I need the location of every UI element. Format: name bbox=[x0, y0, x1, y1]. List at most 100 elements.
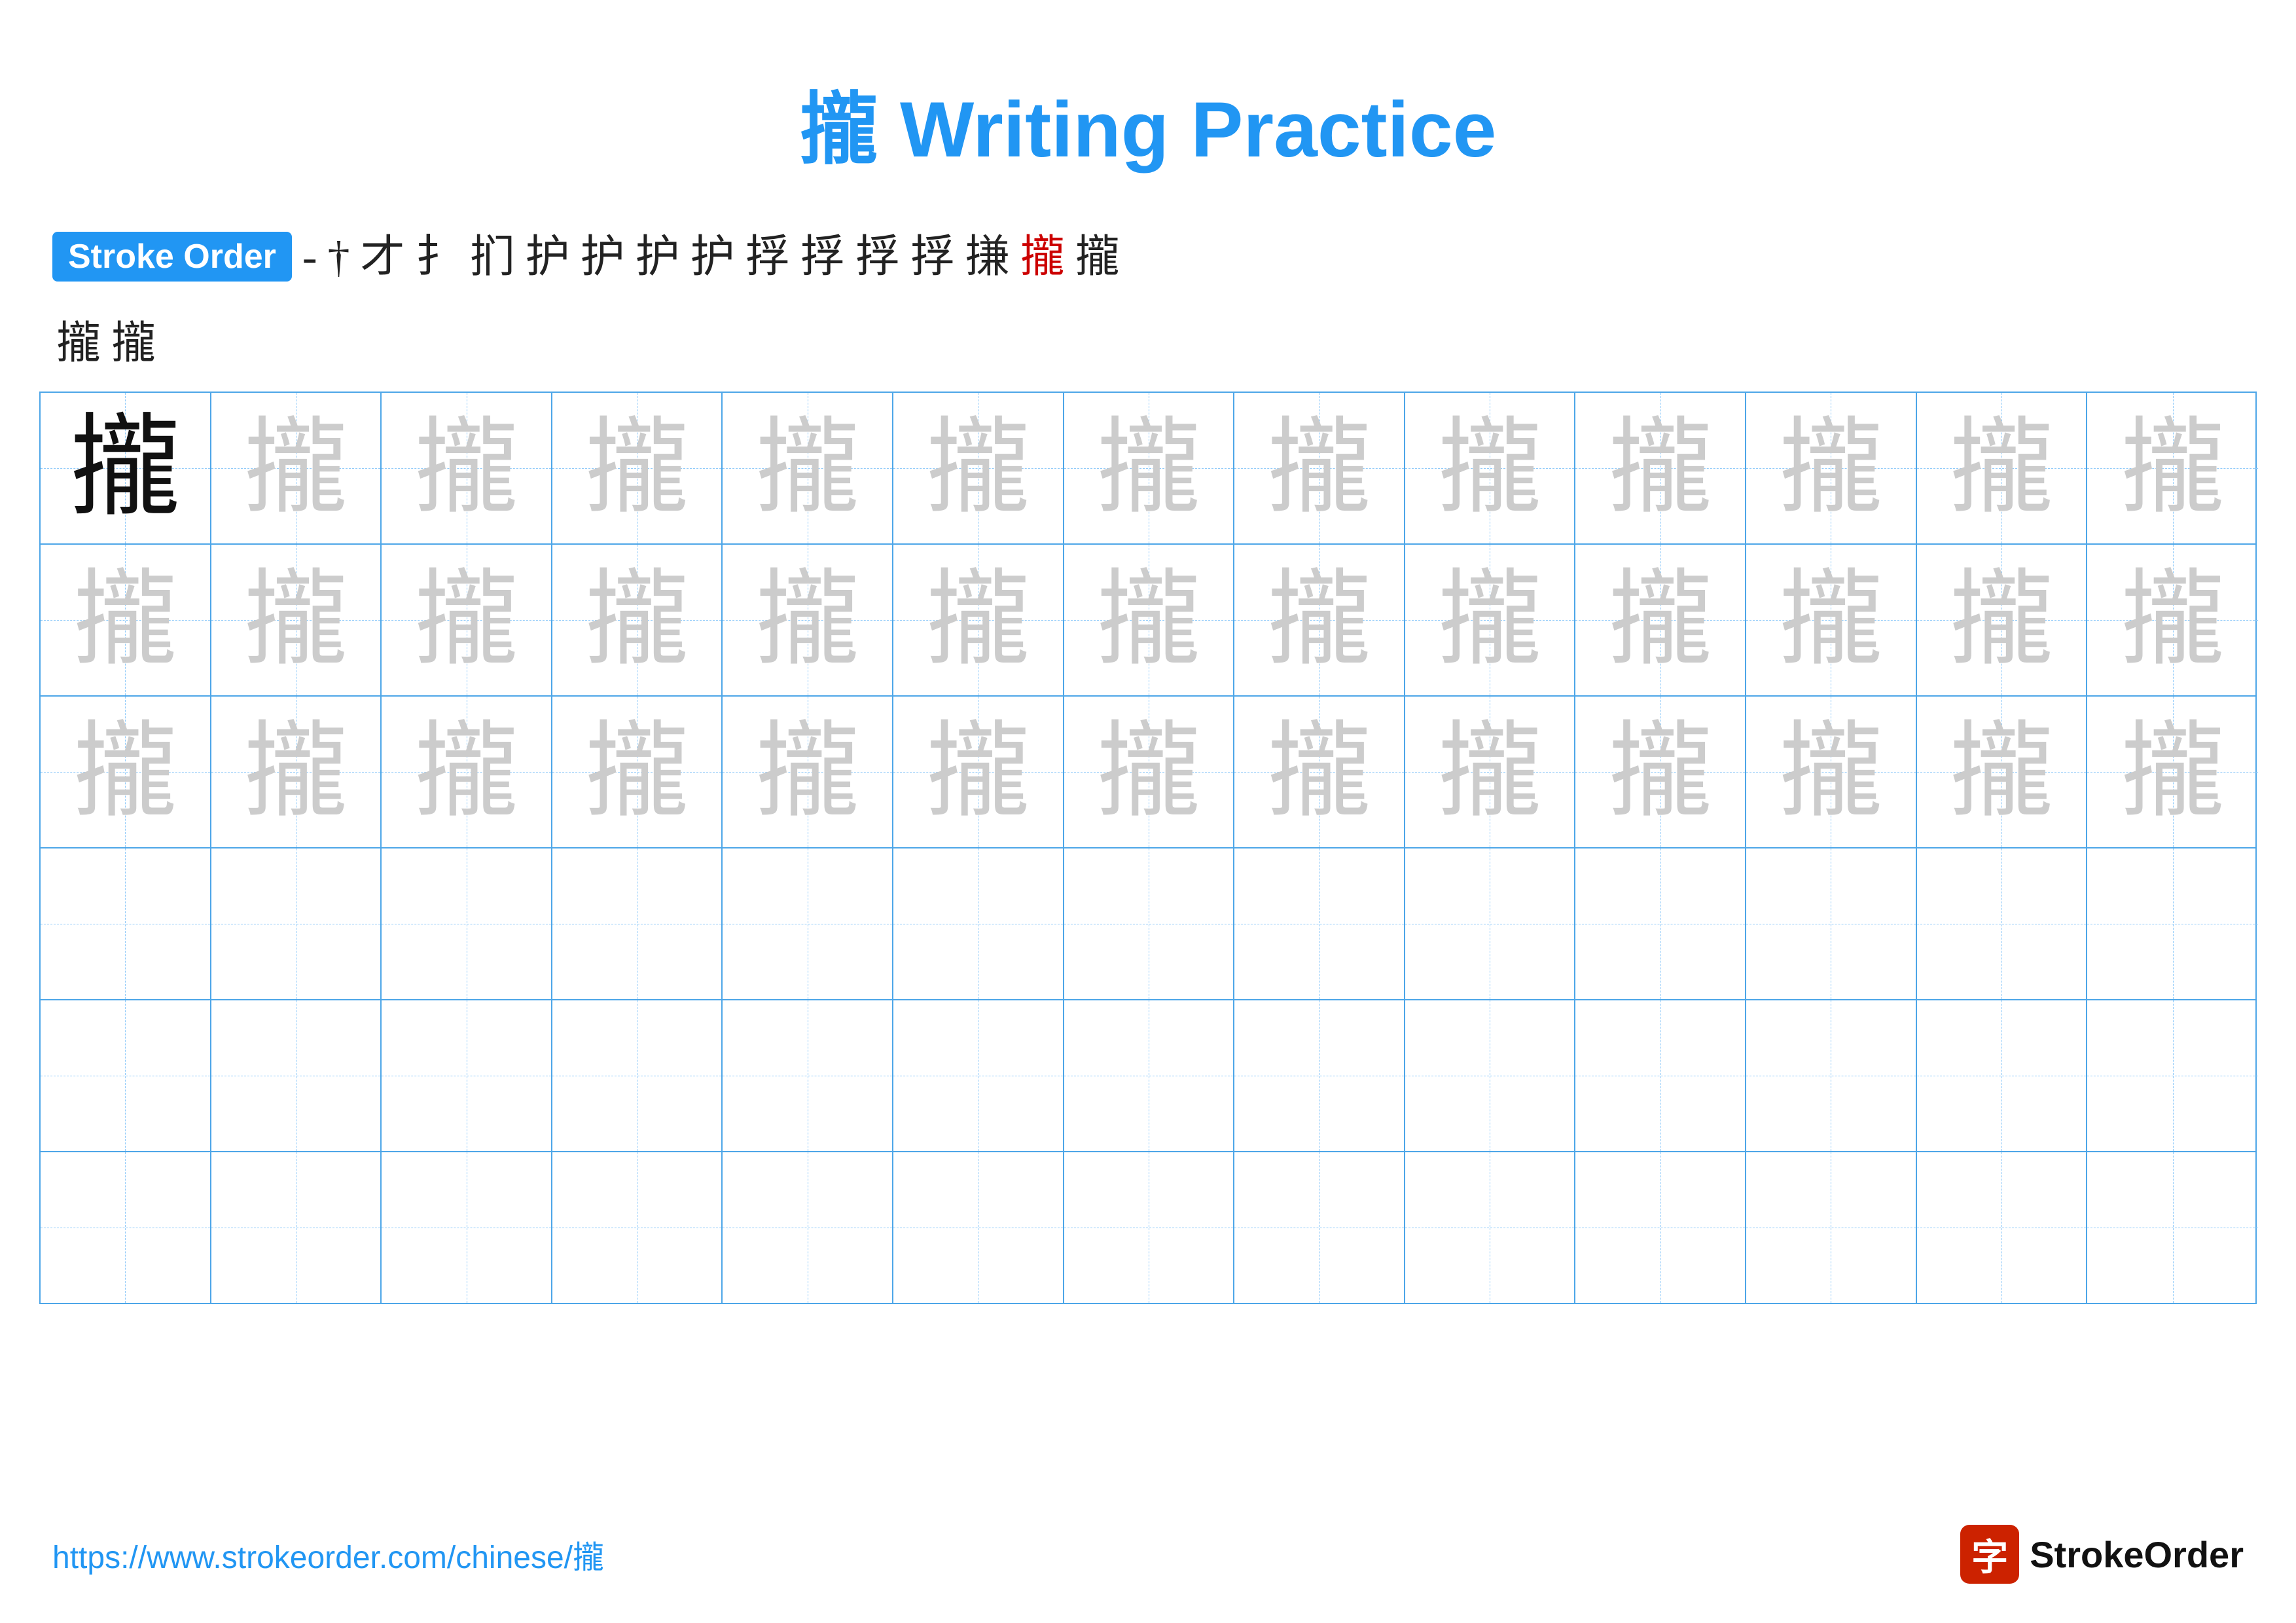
grid-char-faded: 攏 bbox=[1608, 416, 1713, 520]
practice-grid: 攏 攏 攏 攏 攏 攏 攏 攏 攏 攏 攏 攏 bbox=[39, 392, 2257, 1304]
grid-cell-2-10: 攏 bbox=[1575, 545, 1746, 695]
stroke-1: - bbox=[298, 234, 321, 279]
grid-cell-3-3: 攏 bbox=[382, 697, 552, 847]
grid-cell-3-10: 攏 bbox=[1575, 697, 1746, 847]
stroke-order-section: Stroke Order - † 才 扌 扪 护 护 护 护 捊 捊 捊 捊 搛… bbox=[0, 219, 2296, 295]
title-char: 攏 bbox=[800, 86, 878, 173]
stroke-sequence-row2: 攏 攏 bbox=[0, 321, 2296, 378]
stroke-3: 才 bbox=[357, 234, 409, 279]
grid-cell-1-13: 攏 bbox=[2087, 393, 2258, 543]
grid-cell-4-12[interactable] bbox=[1917, 848, 2088, 999]
grid-row-5 bbox=[41, 1000, 2255, 1152]
grid-cell-5-5[interactable] bbox=[723, 1000, 893, 1151]
title-text: Writing Practice bbox=[878, 86, 1497, 173]
grid-cell-3-9: 攏 bbox=[1405, 697, 1576, 847]
grid-cell-5-4[interactable] bbox=[552, 1000, 723, 1151]
grid-cell-6-1[interactable] bbox=[41, 1152, 211, 1303]
grid-cell-4-11[interactable] bbox=[1746, 848, 1917, 999]
stroke-8: 护 bbox=[632, 234, 684, 279]
stroke-18: 攏 bbox=[107, 321, 160, 365]
grid-cell-6-12[interactable] bbox=[1917, 1152, 2088, 1303]
stroke-9: 护 bbox=[687, 234, 739, 279]
grid-cell-4-7[interactable] bbox=[1064, 848, 1235, 999]
grid-cell-2-4: 攏 bbox=[552, 545, 723, 695]
grid-cell-1-9: 攏 bbox=[1405, 393, 1576, 543]
grid-char-faded: 攏 bbox=[243, 416, 348, 520]
grid-cell-2-6: 攏 bbox=[893, 545, 1064, 695]
grid-cell-5-1[interactable] bbox=[41, 1000, 211, 1151]
grid-row-1: 攏 攏 攏 攏 攏 攏 攏 攏 攏 攏 攏 攏 bbox=[41, 393, 2255, 545]
grid-cell-6-8[interactable] bbox=[1234, 1152, 1405, 1303]
grid-cell-6-3[interactable] bbox=[382, 1152, 552, 1303]
grid-row-6 bbox=[41, 1152, 2255, 1303]
stroke-16: 攏 bbox=[1071, 234, 1124, 279]
grid-cell-6-4[interactable] bbox=[552, 1152, 723, 1303]
footer-logo-text: StrokeOrder bbox=[2030, 1533, 2244, 1576]
grid-cell-1-11: 攏 bbox=[1746, 393, 1917, 543]
grid-cell-4-3[interactable] bbox=[382, 848, 552, 999]
grid-cell-5-13[interactable] bbox=[2087, 1000, 2258, 1151]
grid-cell-5-7[interactable] bbox=[1064, 1000, 1235, 1151]
grid-cell-5-9[interactable] bbox=[1405, 1000, 1576, 1151]
grid-char-faded: 攏 bbox=[1949, 416, 2054, 520]
grid-cell-6-2[interactable] bbox=[211, 1152, 382, 1303]
grid-cell-2-13: 攏 bbox=[2087, 545, 2258, 695]
grid-cell-5-6[interactable] bbox=[893, 1000, 1064, 1151]
grid-cell-3-12: 攏 bbox=[1917, 697, 2088, 847]
stroke-13: 捊 bbox=[906, 234, 959, 279]
grid-cell-1-7: 攏 bbox=[1064, 393, 1235, 543]
grid-cell-5-2[interactable] bbox=[211, 1000, 382, 1151]
grid-cell-5-8[interactable] bbox=[1234, 1000, 1405, 1151]
stroke-7: 护 bbox=[577, 234, 629, 279]
grid-cell-3-5: 攏 bbox=[723, 697, 893, 847]
grid-cell-1-6: 攏 bbox=[893, 393, 1064, 543]
footer-link[interactable]: https://www.strokeorder.com/chinese/攏 bbox=[52, 1531, 604, 1577]
grid-char-faded: 攏 bbox=[1096, 416, 1201, 520]
grid-cell-1-4: 攏 bbox=[552, 393, 723, 543]
stroke-14: 搛 bbox=[961, 234, 1014, 279]
grid-cell-3-1: 攏 bbox=[41, 697, 211, 847]
grid-cell-2-2: 攏 bbox=[211, 545, 382, 695]
grid-cell-4-5[interactable] bbox=[723, 848, 893, 999]
grid-char-faded: 攏 bbox=[2121, 416, 2225, 520]
grid-cell-6-13[interactable] bbox=[2087, 1152, 2258, 1303]
grid-cell-3-8: 攏 bbox=[1234, 697, 1405, 847]
grid-cell-4-8[interactable] bbox=[1234, 848, 1405, 999]
grid-cell-6-5[interactable] bbox=[723, 1152, 893, 1303]
stroke-15: 攏 bbox=[1016, 234, 1069, 279]
grid-cell-2-12: 攏 bbox=[1917, 545, 2088, 695]
grid-cell-3-7: 攏 bbox=[1064, 697, 1235, 847]
grid-char-faded: 攏 bbox=[584, 416, 689, 520]
grid-cell-6-11[interactable] bbox=[1746, 1152, 1917, 1303]
grid-cell-4-1[interactable] bbox=[41, 848, 211, 999]
grid-cell-3-4: 攏 bbox=[552, 697, 723, 847]
grid-cell-4-10[interactable] bbox=[1575, 848, 1746, 999]
grid-cell-6-7[interactable] bbox=[1064, 1152, 1235, 1303]
grid-cell-1-8: 攏 bbox=[1234, 393, 1405, 543]
grid-row-3: 攏 攏 攏 攏 攏 攏 攏 攏 攏 攏 攏 攏 攏 bbox=[41, 697, 2255, 848]
grid-cell-6-6[interactable] bbox=[893, 1152, 1064, 1303]
grid-cell-5-12[interactable] bbox=[1917, 1000, 2088, 1151]
grid-cell-5-11[interactable] bbox=[1746, 1000, 1917, 1151]
grid-cell-1-10: 攏 bbox=[1575, 393, 1746, 543]
grid-cell-3-2: 攏 bbox=[211, 697, 382, 847]
grid-cell-5-3[interactable] bbox=[382, 1000, 552, 1151]
grid-cell-1-1: 攏 bbox=[41, 393, 211, 543]
grid-cell-4-6[interactable] bbox=[893, 848, 1064, 999]
grid-cell-2-7: 攏 bbox=[1064, 545, 1235, 695]
grid-cell-4-2[interactable] bbox=[211, 848, 382, 999]
grid-cell-4-13[interactable] bbox=[2087, 848, 2258, 999]
grid-cell-1-12: 攏 bbox=[1917, 393, 2088, 543]
grid-char-faded: 攏 bbox=[1267, 416, 1372, 520]
grid-cell-1-2: 攏 bbox=[211, 393, 382, 543]
grid-cell-6-10[interactable] bbox=[1575, 1152, 1746, 1303]
stroke-17: 攏 bbox=[52, 321, 105, 365]
footer: https://www.strokeorder.com/chinese/攏 字 … bbox=[52, 1525, 2244, 1584]
grid-char-faded: 攏 bbox=[414, 416, 519, 520]
stroke-sequence-row1: - † 才 扌 扪 护 护 护 护 捊 捊 捊 捊 搛 攏 攏 bbox=[298, 234, 2244, 279]
grid-cell-6-9[interactable] bbox=[1405, 1152, 1576, 1303]
grid-cell-4-9[interactable] bbox=[1405, 848, 1576, 999]
grid-cell-4-4[interactable] bbox=[552, 848, 723, 999]
grid-cell-5-10[interactable] bbox=[1575, 1000, 1746, 1151]
grid-row-2: 攏 攏 攏 攏 攏 攏 攏 攏 攏 攏 攏 攏 攏 bbox=[41, 545, 2255, 697]
